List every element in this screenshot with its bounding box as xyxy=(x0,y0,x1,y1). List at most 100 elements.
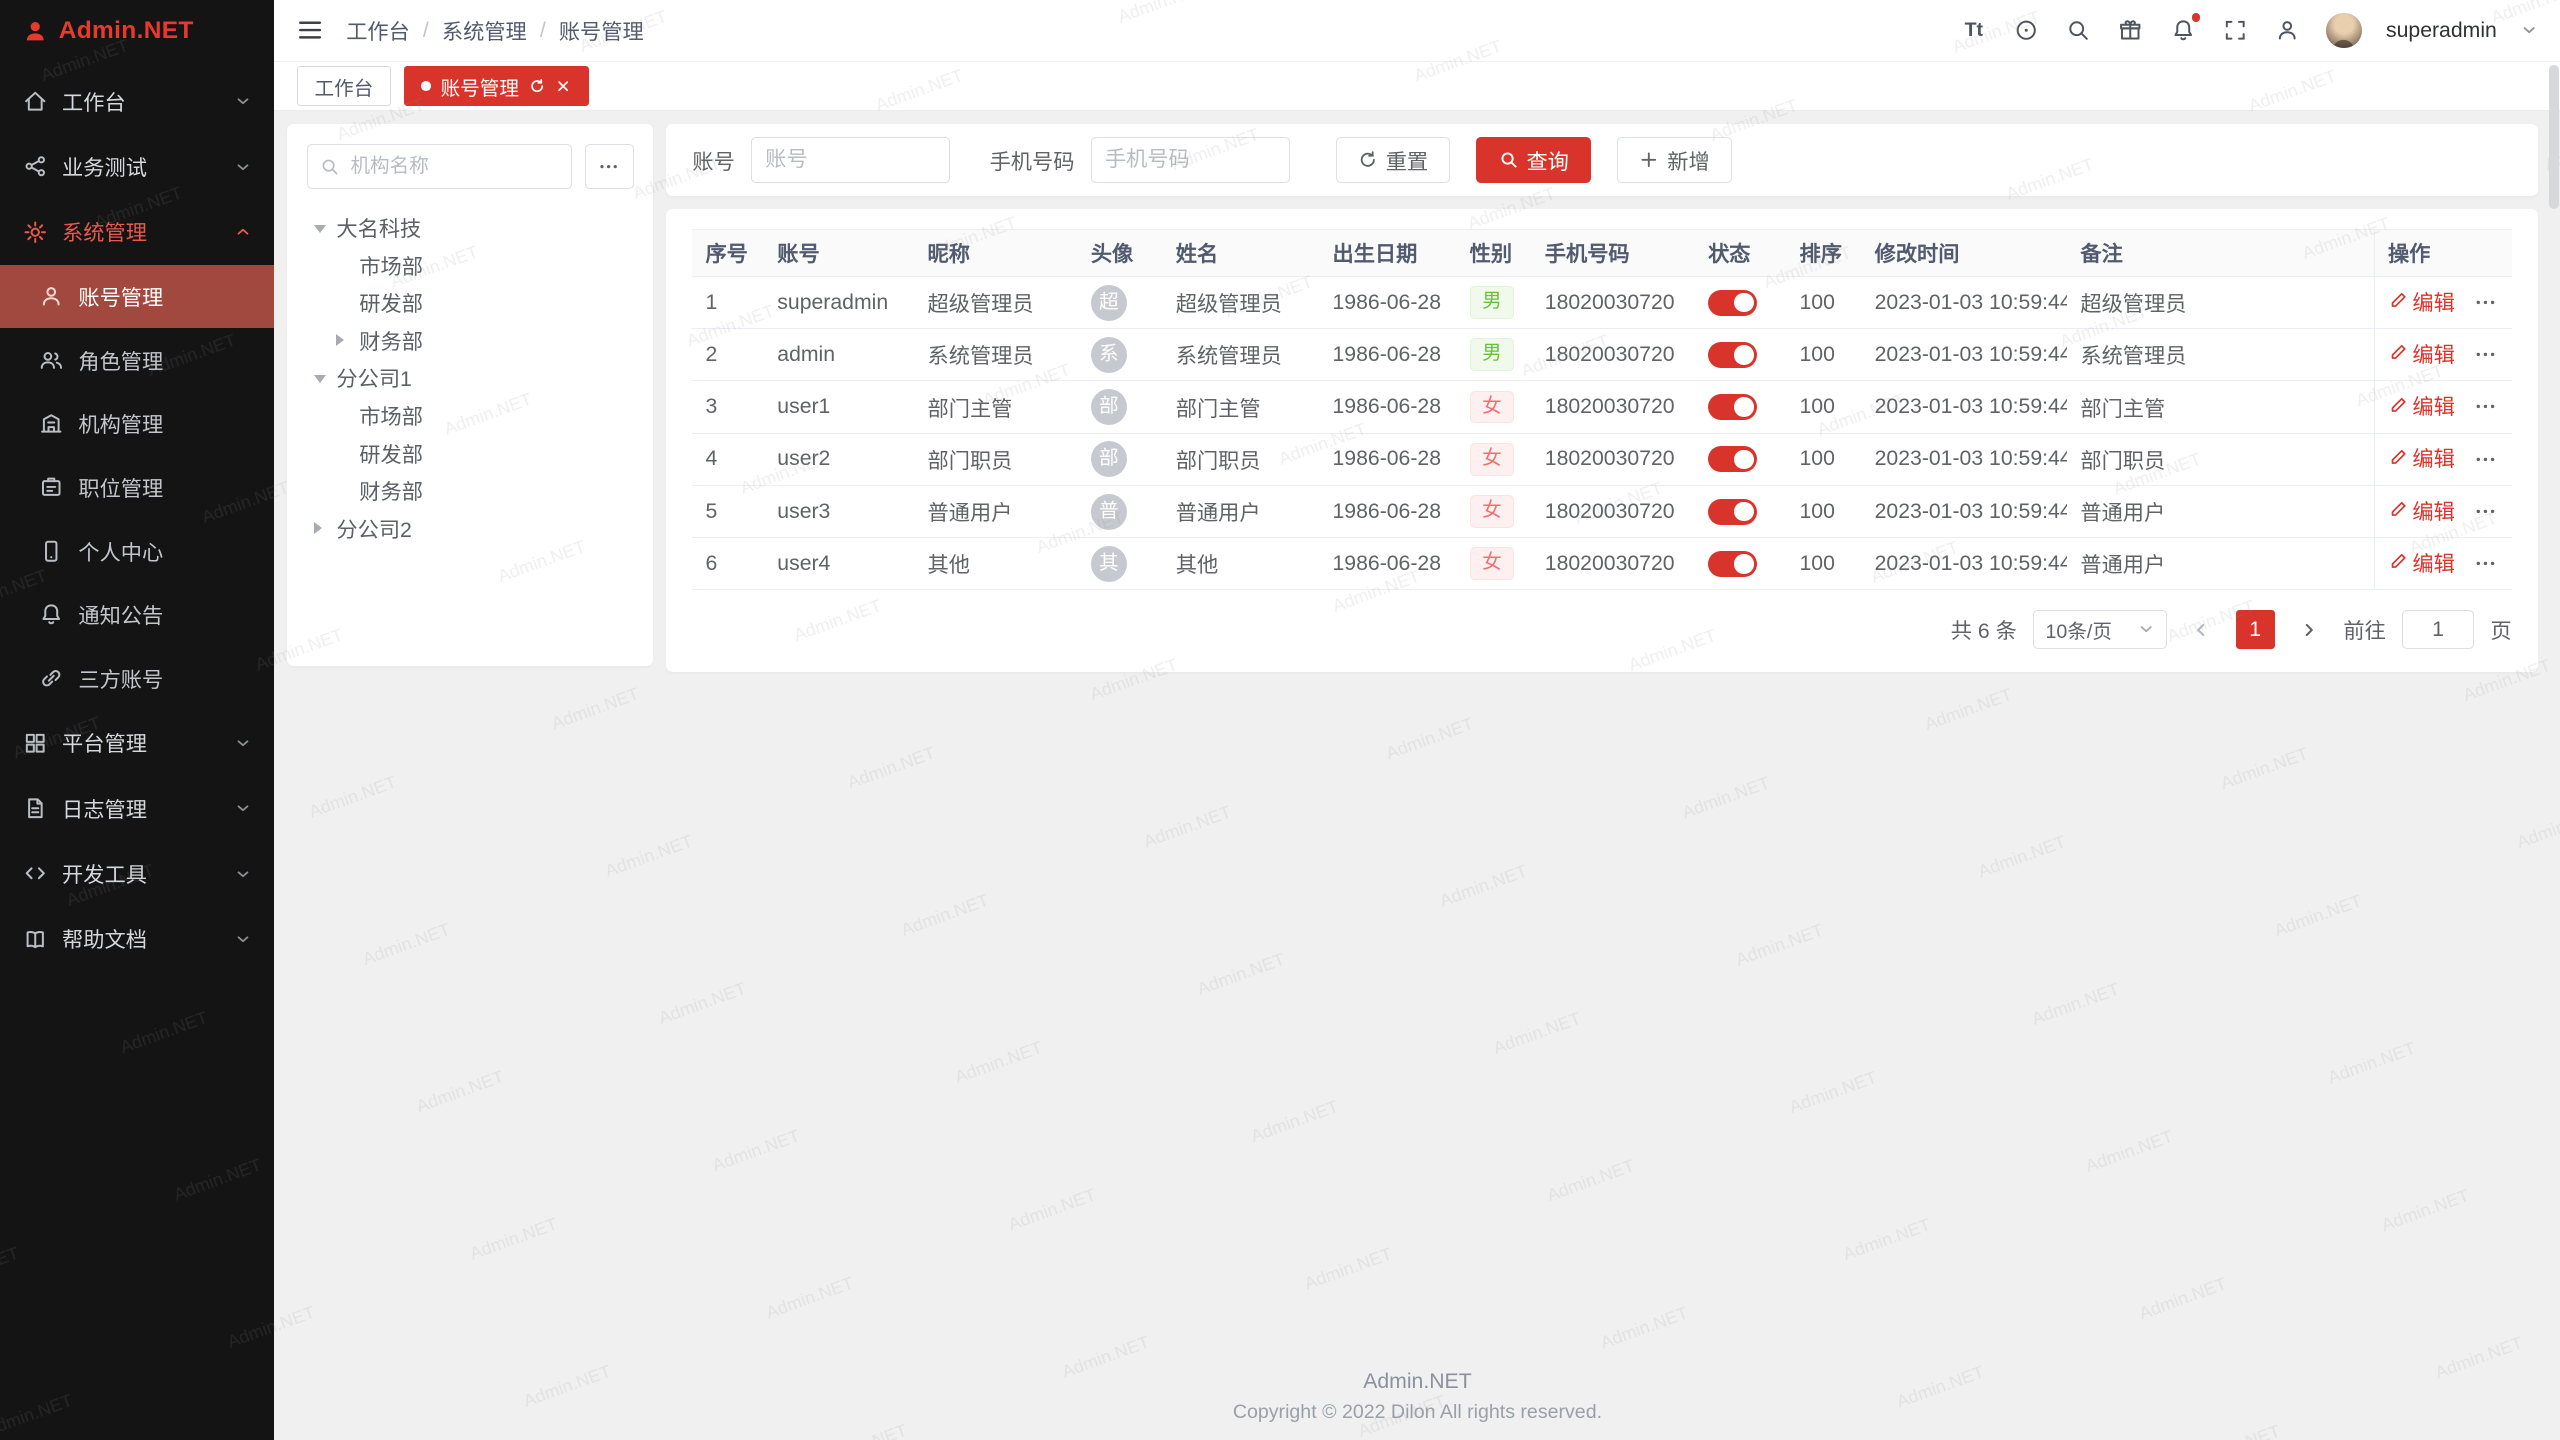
bell-icon[interactable] xyxy=(2169,17,2197,45)
gift-icon[interactable] xyxy=(2117,17,2145,45)
sidebar-item-system-management[interactable]: 系统管理 xyxy=(0,199,274,264)
goto-page-input[interactable] xyxy=(2402,610,2474,649)
cell-index: 2 xyxy=(692,329,764,381)
edit-button[interactable]: 编辑 xyxy=(2388,286,2455,317)
refresh-icon[interactable] xyxy=(529,78,545,94)
tree-node[interactable]: 分公司1 xyxy=(307,359,634,397)
more-button[interactable] xyxy=(2474,348,2497,371)
cell-index: 6 xyxy=(692,538,764,590)
next-page-button[interactable] xyxy=(2291,610,2327,649)
hamburger-icon[interactable] xyxy=(297,17,323,43)
gender-tag: 女 xyxy=(1470,547,1514,580)
sidebar-item-organization-management[interactable]: 机构管理 xyxy=(0,392,274,456)
org-search-input[interactable] xyxy=(307,144,572,190)
chevron-down-icon[interactable] xyxy=(2521,22,2537,38)
column-header: 账号 xyxy=(764,229,914,276)
username[interactable]: superadmin xyxy=(2386,19,2497,43)
tree-node[interactable]: 财务部 xyxy=(307,472,634,510)
status-toggle[interactable] xyxy=(1708,446,1757,472)
avatar[interactable] xyxy=(2326,13,2362,49)
reset-button[interactable]: 重置 xyxy=(1336,137,1451,183)
more-options-button[interactable] xyxy=(585,144,634,190)
sidebar-item-role-management[interactable]: 角色管理 xyxy=(0,328,274,392)
column-header: 序号 xyxy=(692,229,764,276)
target-icon[interactable] xyxy=(2012,17,2040,45)
edit-button[interactable]: 编辑 xyxy=(2388,442,2455,473)
sidebar-item-notice-announcement[interactable]: 通知公告 xyxy=(0,583,274,647)
search-icon[interactable] xyxy=(2064,17,2092,45)
phone-input[interactable] xyxy=(1091,137,1290,183)
tree-node-label: 分公司2 xyxy=(336,513,411,544)
sidebar-item-label: 个人中心 xyxy=(78,536,163,567)
cell-status xyxy=(1695,433,1786,485)
user-silhouette-icon[interactable] xyxy=(2273,17,2301,45)
cell-sort: 100 xyxy=(1786,381,1861,433)
sidebar-item-workbench[interactable]: 工作台 xyxy=(0,69,274,134)
edit-button[interactable]: 编辑 xyxy=(2388,338,2455,369)
cell-phone: 18020030720 xyxy=(1532,381,1695,433)
account-input[interactable] xyxy=(751,137,950,183)
ellipsis-icon xyxy=(2474,552,2497,575)
edit-button[interactable]: 编辑 xyxy=(2388,547,2455,578)
add-label: 新增 xyxy=(1667,145,1709,176)
tab-workbench[interactable]: 工作台 xyxy=(297,66,390,105)
cell-birth-date: 1986-06-28 xyxy=(1319,433,1456,485)
tree-node[interactable]: 研发部 xyxy=(307,434,634,472)
sidebar-item-account-management[interactable]: 账号管理 xyxy=(0,265,274,329)
status-toggle[interactable] xyxy=(1708,394,1757,420)
sidebar-item-position-management[interactable]: 职位管理 xyxy=(0,456,274,520)
more-button[interactable] xyxy=(2474,505,2497,528)
sidebar-item-personal-center[interactable]: 个人中心 xyxy=(0,519,274,583)
status-toggle[interactable] xyxy=(1708,342,1757,368)
cell-status xyxy=(1695,329,1786,381)
cell-avatar: 超 xyxy=(1078,276,1163,328)
tree-node[interactable]: 研发部 xyxy=(307,284,634,322)
sidebar-item-third-party-account[interactable]: 三方账号 xyxy=(0,647,274,711)
font-size-icon[interactable]: Tt xyxy=(1960,17,1988,45)
tree-node[interactable]: 大名科技 xyxy=(307,209,634,247)
search-button[interactable]: 查询 xyxy=(1476,137,1591,183)
caret-right-icon[interactable] xyxy=(314,522,322,534)
column-header: 性别 xyxy=(1457,229,1532,276)
breadcrumb: 工作台 / 系统管理 / 账号管理 xyxy=(346,15,644,46)
more-button[interactable] xyxy=(2474,296,2497,319)
sidebar-item-platform-management[interactable]: 平台管理 xyxy=(0,710,274,775)
status-toggle[interactable] xyxy=(1708,551,1757,577)
sidebar: Admin.NET 工作台 业务测试 系统管理 账号管理 xyxy=(0,0,274,1440)
close-icon[interactable] xyxy=(555,78,571,94)
more-button[interactable] xyxy=(2474,557,2497,580)
caret-right-icon[interactable] xyxy=(336,334,344,346)
cell-modified-time: 2023-01-03 10:59:44 xyxy=(1862,381,2068,433)
status-toggle[interactable] xyxy=(1708,290,1757,316)
tree-node[interactable]: 市场部 xyxy=(307,247,634,285)
status-toggle[interactable] xyxy=(1708,499,1757,525)
tree-node[interactable]: 财务部 xyxy=(307,322,634,360)
sidebar-item-help-docs[interactable]: 帮助文档 xyxy=(0,906,274,971)
fullscreen-icon[interactable] xyxy=(2221,17,2249,45)
tree-node[interactable]: 市场部 xyxy=(307,397,634,435)
page-size-select[interactable]: 10条/页 xyxy=(2033,610,2167,649)
tab-account-management[interactable]: 账号管理 xyxy=(404,66,589,105)
cell-phone: 18020030720 xyxy=(1532,433,1695,485)
more-button[interactable] xyxy=(2474,452,2497,475)
id-card-icon xyxy=(39,475,63,499)
page-number-button[interactable]: 1 xyxy=(2236,610,2275,649)
more-button[interactable] xyxy=(2474,400,2497,423)
sidebar-item-log-management[interactable]: 日志管理 xyxy=(0,776,274,841)
edit-button[interactable]: 编辑 xyxy=(2388,495,2455,526)
sidebar-item-dev-tools[interactable]: 开发工具 xyxy=(0,841,274,906)
caret-down-icon[interactable] xyxy=(314,375,326,383)
prev-page-button[interactable] xyxy=(2183,610,2219,649)
add-button[interactable]: 新增 xyxy=(1617,137,1732,183)
scrollbar-thumb[interactable] xyxy=(2549,65,2559,209)
footer: Admin.NET Copyright © 2022 Dilon All rig… xyxy=(274,1366,2560,1427)
tree-node[interactable]: 分公司2 xyxy=(307,509,634,547)
caret-down-icon[interactable] xyxy=(314,225,326,233)
edit-button[interactable]: 编辑 xyxy=(2388,390,2455,421)
breadcrumb-item[interactable]: 工作台 xyxy=(346,15,410,46)
tree-node-label: 研发部 xyxy=(359,287,423,318)
column-header: 昵称 xyxy=(914,229,1077,276)
cell-gender: 女 xyxy=(1457,485,1532,537)
breadcrumb-item[interactable]: 系统管理 xyxy=(442,15,527,46)
sidebar-item-business-test[interactable]: 业务测试 xyxy=(0,134,274,199)
